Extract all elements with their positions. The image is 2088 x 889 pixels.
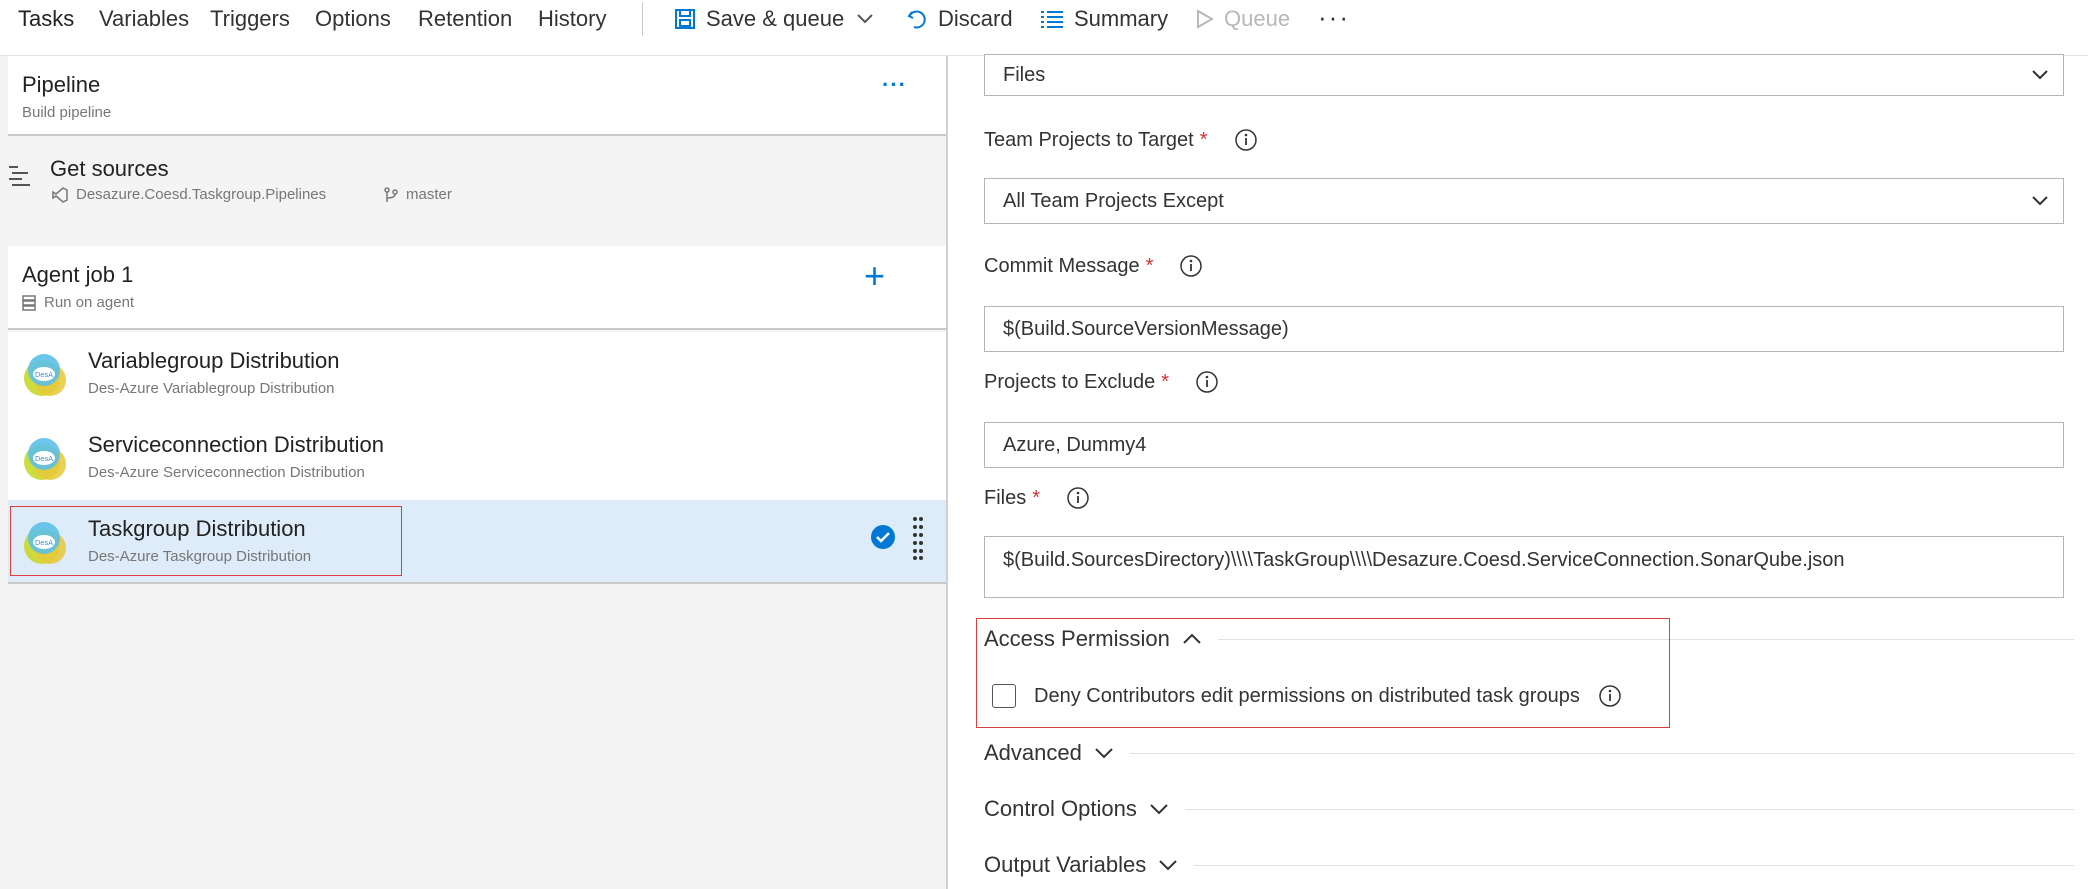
chevron-down-icon (2032, 196, 2048, 206)
team-projects-label: Team Projects to Target (984, 128, 1194, 151)
des-azure-logo-icon: DesA (24, 438, 66, 480)
get-sources-title: Get sources (50, 156, 169, 181)
control-options-section-header[interactable]: Control Options (984, 796, 2074, 822)
info-icon[interactable] (1234, 128, 1258, 152)
files-textarea[interactable]: $(Build.SourcesDirectory)\\\\TaskGroup\\… (984, 536, 2064, 598)
chevron-down-icon (2032, 70, 2048, 80)
commit-message-input[interactable]: $(Build.SourceVersionMessage) (984, 306, 2064, 352)
summary-label: Summary (1074, 6, 1169, 31)
chevron-down-icon (1095, 748, 1113, 759)
section-divider (1194, 864, 2074, 866)
distribution-type-value: Files (1003, 63, 1046, 86)
files-label: Files (984, 486, 1027, 509)
info-icon[interactable] (1195, 370, 1219, 394)
agent-job-subtitle-row: Run on agent (22, 294, 134, 311)
deny-contributors-label: Deny Contributors edit permissions on di… (1034, 684, 1580, 707)
queue-label: Queue (1224, 6, 1291, 31)
required-mark: * (1145, 254, 1154, 277)
commit-message-label-row: Commit Message * (984, 254, 1203, 278)
branch-info: master (384, 186, 452, 203)
control-options-title: Control Options (984, 796, 1137, 821)
branch-name: master (406, 186, 452, 203)
repo-name: Desazure.Coesd.Taskgroup.Pipelines (76, 186, 327, 203)
task-settings-panel: Files Team Projects to Target * All Team… (948, 54, 2088, 889)
chevron-down-icon (1159, 860, 1177, 871)
commit-message-value: $(Build.SourceVersionMessage) (1003, 317, 1289, 340)
task-subtitle: Des-Azure Serviceconnection Distribution (88, 464, 365, 481)
projects-exclude-value: Azure, Dummy4 (1003, 433, 1147, 456)
deny-contributors-checkbox-row[interactable]: Deny Contributors edit permissions on di… (992, 684, 1622, 708)
des-azure-logo-icon: DesA (24, 354, 66, 396)
task-subtitle: Des-Azure Variablegroup Distribution (88, 380, 335, 397)
projects-exclude-input[interactable]: Azure, Dummy4 (984, 422, 2064, 468)
play-icon (1197, 9, 1214, 29)
advanced-title: Advanced (984, 740, 1082, 765)
branch-icon (384, 186, 398, 202)
more-actions-button[interactable]: ··· (1318, 2, 1350, 33)
checkmark-icon (871, 525, 895, 549)
highlight-box (976, 618, 1670, 728)
advanced-section-header[interactable]: Advanced (984, 740, 2074, 766)
chevron-down-icon (1150, 804, 1168, 815)
team-projects-label-row: Team Projects to Target * (984, 128, 1258, 152)
files-value: $(Build.SourcesDirectory)\\\\TaskGroup\\… (1003, 549, 1845, 571)
pipeline-subtitle: Build pipeline (22, 104, 112, 121)
task-item-variablegroup[interactable]: DesA Variablegroup Distribution Des-Azur… (8, 332, 946, 416)
output-variables-title: Output Variables (984, 852, 1147, 877)
deny-contributors-checkbox[interactable] (992, 684, 1016, 708)
get-sources-item[interactable]: Get sources Desazure.Coesd.Taskgroup.Pip… (0, 0, 946, 203)
commit-message-label: Commit Message (984, 254, 1140, 277)
required-mark: * (1032, 486, 1041, 509)
task-title: Serviceconnection Distribution (88, 432, 384, 457)
agent-job-item[interactable]: Agent job 1 Run on agent + (8, 246, 946, 330)
summary-button[interactable]: Summary (1040, 6, 1168, 32)
add-task-button[interactable]: + (864, 258, 885, 294)
section-divider (1184, 808, 2074, 810)
repo-info: Desazure.Coesd.Taskgroup.Pipelines (52, 186, 326, 203)
agent-job-subtitle: Run on agent (44, 294, 135, 311)
server-icon (22, 294, 36, 311)
files-label-row: Files * (984, 486, 1090, 510)
queue-button[interactable]: Queue (1196, 6, 1290, 32)
team-projects-value: All Team Projects Except (1003, 189, 1224, 212)
task-item-serviceconnection[interactable]: DesA Serviceconnection Distribution Des-… (8, 416, 946, 500)
required-mark: * (1199, 128, 1208, 151)
visual-studio-icon (52, 186, 68, 203)
highlight-box (10, 506, 402, 576)
projects-exclude-label: Projects to Exclude (984, 370, 1156, 393)
output-variables-section-header[interactable]: Output Variables (984, 852, 2074, 878)
projects-exclude-label-row: Projects to Exclude * (984, 370, 1219, 394)
distribution-type-dropdown[interactable]: Files (984, 54, 2064, 96)
info-icon[interactable] (1066, 486, 1090, 510)
list-icon (1041, 11, 1063, 28)
task-title: Variablegroup Distribution (88, 348, 340, 373)
info-icon[interactable] (1179, 254, 1203, 278)
agent-job-title: Agent job 1 (22, 262, 134, 287)
info-icon[interactable] (1598, 684, 1622, 708)
drag-handle-icon[interactable] (912, 516, 924, 560)
svg-text:DesA: DesA (35, 455, 53, 463)
sources-icon (9, 166, 30, 186)
discard-label: Discard (938, 6, 1013, 31)
required-mark: * (1161, 370, 1169, 393)
team-projects-dropdown[interactable]: All Team Projects Except (984, 178, 2064, 224)
svg-text:DesA: DesA (35, 371, 53, 379)
section-divider (1129, 752, 2074, 754)
